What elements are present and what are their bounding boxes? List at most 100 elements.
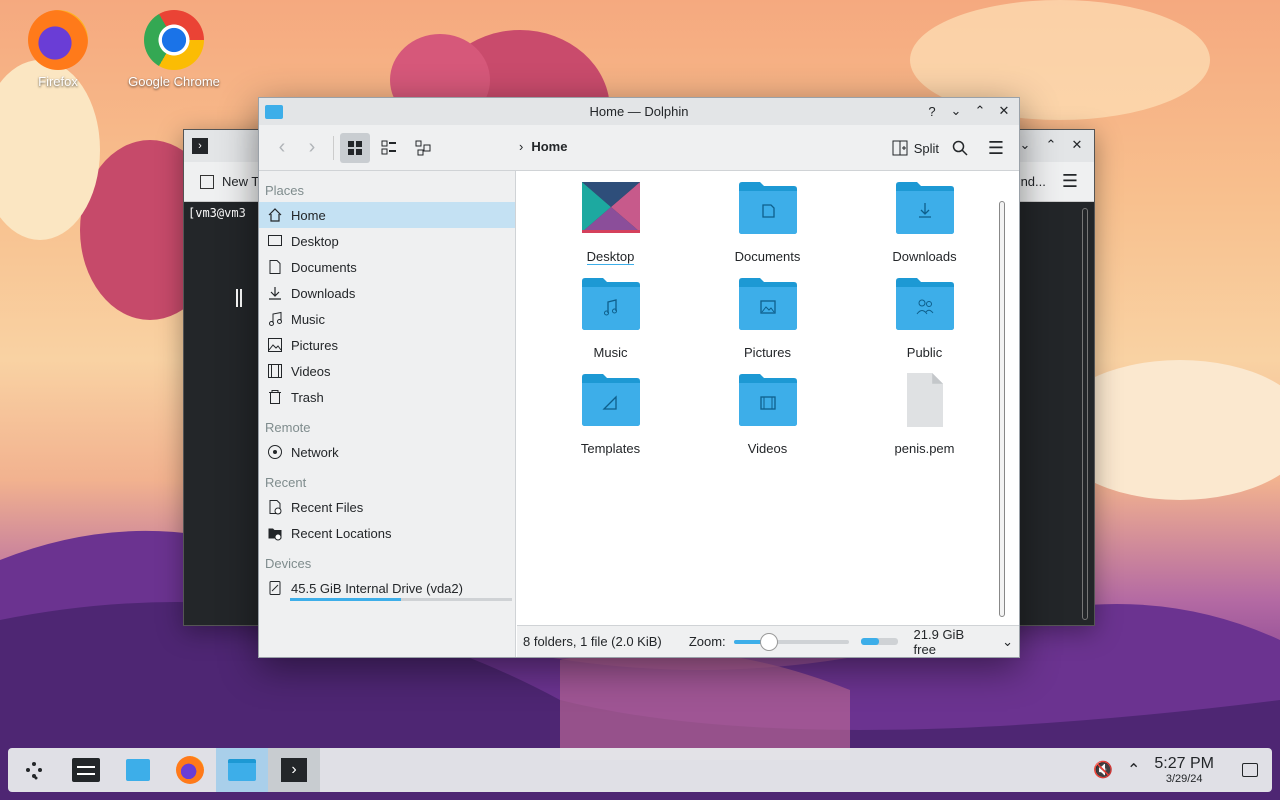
new-tab-button[interactable]: New T bbox=[222, 174, 259, 189]
sidebar-item-recent-files[interactable]: Recent Files bbox=[259, 494, 515, 520]
search-icon bbox=[952, 140, 968, 156]
documents-folder-icon bbox=[738, 182, 797, 234]
chrome-icon bbox=[144, 10, 204, 70]
pictures-icon bbox=[267, 337, 283, 353]
recent-header: Recent bbox=[265, 475, 307, 490]
dolphin-folder-icon bbox=[228, 759, 256, 781]
file-item-label: Templates bbox=[580, 441, 641, 456]
compact-view-icon bbox=[381, 140, 396, 154]
breadcrumb-home[interactable]: Home bbox=[531, 139, 567, 154]
volume-muted-icon[interactable]: 🔇 bbox=[1093, 760, 1113, 780]
close-icon[interactable]: ✕ bbox=[995, 102, 1013, 120]
taskbar-dolphin[interactable] bbox=[216, 748, 268, 792]
sidebar-item-label: Documents bbox=[291, 259, 357, 275]
file-item-label: Music bbox=[593, 345, 628, 360]
free-space-bar bbox=[860, 638, 898, 645]
file-item-pictures[interactable]: Pictures bbox=[689, 277, 846, 363]
back-button[interactable]: ‹ bbox=[267, 133, 297, 163]
sidebar-item-pictures[interactable]: Pictures bbox=[259, 332, 515, 358]
file-item-public[interactable]: Public bbox=[846, 277, 1003, 363]
application-launcher-button[interactable] bbox=[8, 748, 60, 792]
breadcrumb[interactable]: › Home bbox=[519, 139, 567, 154]
templates-folder-icon bbox=[581, 374, 640, 426]
minimize-icon[interactable]: ⌄ bbox=[947, 102, 965, 120]
sidebar-item-trash[interactable]: Trash bbox=[259, 384, 515, 410]
sidebar-item-label: Pictures bbox=[291, 337, 338, 353]
help-icon[interactable]: ? bbox=[923, 102, 941, 120]
file-item-music[interactable]: Music bbox=[532, 277, 689, 363]
devices-header: Devices bbox=[265, 556, 312, 571]
show-desktop-icon[interactable] bbox=[1242, 763, 1258, 777]
drive-usage-bar bbox=[290, 598, 512, 601]
details-view-button[interactable] bbox=[408, 133, 438, 163]
terminal-app-icon: › bbox=[192, 138, 208, 154]
sidebar-item-network[interactable]: Network bbox=[259, 439, 515, 465]
taskbar-firefox[interactable] bbox=[164, 748, 216, 792]
terminal-prompt: [vm3@vm3 bbox=[188, 206, 246, 220]
split-button[interactable]: Split bbox=[888, 134, 943, 162]
tray-expand-icon[interactable]: ⌃ bbox=[1127, 760, 1140, 780]
terminal-toolbar-overflow[interactable]: nd... bbox=[1021, 174, 1046, 189]
sidebar-item-documents[interactable]: Documents bbox=[259, 254, 515, 280]
file-item-desktop[interactable]: Desktop bbox=[532, 181, 689, 267]
terminal-maximize-icon[interactable]: ⌃ bbox=[1042, 136, 1060, 154]
terminal-scrollbar[interactable] bbox=[1082, 208, 1088, 620]
discover-store-icon bbox=[126, 759, 150, 781]
taskbar-discover[interactable] bbox=[112, 748, 164, 792]
icons-view-icon bbox=[348, 140, 362, 155]
dolphin-titlebar[interactable]: Home — Dolphin ? ⌄ ⌃ ✕ bbox=[259, 98, 1019, 125]
sidebar-item-downloads[interactable]: Downloads bbox=[259, 280, 515, 306]
file-item-label: Desktop bbox=[586, 249, 635, 265]
file-view[interactable]: Desktop Documents Downloads Music Pictures Pu… bbox=[516, 171, 1019, 657]
file-item-templates[interactable]: Templates bbox=[532, 373, 689, 459]
desktop-icon-label: Firefox bbox=[38, 74, 78, 89]
dolphin-app-icon bbox=[265, 104, 283, 119]
drive-icon bbox=[267, 580, 283, 596]
forward-button[interactable]: › bbox=[297, 133, 327, 163]
file-view-scrollbar[interactable] bbox=[999, 201, 1005, 617]
terminal-menu-icon[interactable]: ☰ bbox=[1062, 171, 1078, 192]
sidebar-item-recent-locations[interactable]: Recent Locations bbox=[259, 520, 515, 546]
dolphin-toolbar: ‹ › › Home Split ☰ bbox=[259, 125, 1019, 171]
sidebar-item-label: Recent Locations bbox=[291, 525, 392, 541]
taskbar-system-settings[interactable] bbox=[60, 748, 112, 792]
file-item-videos[interactable]: Videos bbox=[689, 373, 846, 459]
taskbar: › 🔇 ⌃ 5:27 PM 3/29/24 bbox=[8, 748, 1272, 792]
search-button[interactable] bbox=[945, 133, 975, 163]
free-space-dropdown-icon[interactable]: ⌄ bbox=[1002, 634, 1013, 650]
free-space-label[interactable]: 21.9 GiB free bbox=[914, 627, 989, 657]
videos-folder-icon bbox=[738, 374, 797, 426]
taskbar-konsole[interactable]: › bbox=[268, 748, 320, 792]
desktop-firefox-shortcut[interactable]: Firefox bbox=[8, 10, 108, 89]
sidebar-item-desktop[interactable]: Desktop bbox=[259, 228, 515, 254]
digital-clock[interactable]: 5:27 PM 3/29/24 bbox=[1154, 755, 1214, 785]
hamburger-menu-button[interactable]: ☰ bbox=[981, 133, 1011, 163]
terminal-close-icon[interactable]: ✕ bbox=[1068, 136, 1086, 154]
file-item-downloads[interactable]: Downloads bbox=[846, 181, 1003, 267]
status-bar: 8 folders, 1 file (2.0 KiB) Zoom: 21.9 G… bbox=[517, 625, 1019, 657]
split-view-icon bbox=[892, 140, 908, 156]
sidebar-item-music[interactable]: Music bbox=[259, 306, 515, 332]
file-item-label: Videos bbox=[747, 441, 788, 456]
zoom-slider-handle[interactable] bbox=[759, 632, 778, 651]
documents-icon bbox=[267, 259, 283, 275]
zoom-slider[interactable] bbox=[733, 632, 849, 651]
sidebar-item-label: Recent Files bbox=[291, 499, 364, 515]
file-item-documents[interactable]: Documents bbox=[689, 181, 846, 267]
split-label: Split bbox=[913, 140, 939, 156]
sidebar-item-label: Trash bbox=[291, 389, 324, 405]
music-icon bbox=[267, 311, 283, 327]
compact-view-button[interactable] bbox=[374, 133, 404, 163]
icons-view-button[interactable] bbox=[340, 132, 370, 163]
public-folder-icon bbox=[895, 278, 954, 330]
maximize-icon[interactable]: ⌃ bbox=[971, 102, 989, 120]
sidebar-item-label: Downloads bbox=[291, 285, 356, 301]
file-item-penis-pem[interactable]: penis.pem bbox=[846, 373, 1003, 459]
dolphin-window[interactable]: Home — Dolphin ? ⌄ ⌃ ✕ ‹ › › Home Split bbox=[258, 97, 1020, 658]
sidebar-item-home[interactable]: Home bbox=[259, 202, 515, 228]
file-item-label: Downloads bbox=[892, 249, 957, 264]
desktop-chrome-shortcut[interactable]: Google Chrome bbox=[124, 10, 224, 89]
window-title: Home — Dolphin bbox=[589, 104, 689, 119]
sidebar-item-label: Desktop bbox=[291, 233, 339, 249]
sidebar-item-videos[interactable]: Videos bbox=[259, 358, 515, 384]
